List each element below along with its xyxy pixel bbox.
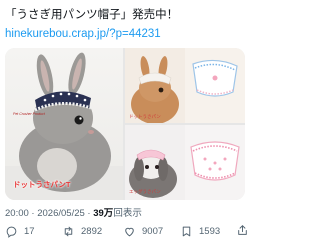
post-meta: 20:00 · 2026/05/25 · 39万回表示 — [5, 205, 142, 219]
like-count: 9007 — [142, 225, 164, 237]
bookmark-count: 1593 — [199, 225, 221, 237]
media-image-bottom-right[interactable]: エッグうさパン — [125, 125, 245, 200]
bookmark-button[interactable]: 1593 — [180, 222, 220, 240]
reply-count: 17 — [24, 225, 35, 237]
bottom-right-caption: エッグうさパン — [129, 189, 161, 194]
main-caption: ドットうさパンT — [13, 180, 71, 189]
repost-icon — [64, 226, 73, 236]
reply-button[interactable]: 17 — [5, 222, 35, 240]
top-right-caption: ドットうさパン — [129, 114, 161, 119]
rabbit-product-illustration — [125, 48, 238, 123]
media-image-top-right[interactable]: ドットうさパン — [125, 48, 245, 123]
post-date[interactable]: 2026/05/25 — [37, 208, 85, 219]
post-link[interactable]: hinekurebou.crap.jp/?p=44231 — [5, 27, 161, 41]
media-image-main[interactable]: Pet Crusher Product ドットうさパンT — [5, 48, 123, 200]
views-count: 39万 — [93, 208, 114, 219]
like-button[interactable]: 9007 — [123, 222, 163, 240]
action-bar: 17 2892 9007 1593 — [0, 222, 250, 240]
reply-icon — [6, 226, 17, 238]
repost-button[interactable]: 2892 — [62, 222, 102, 240]
media-grid: Pet Crusher Product ドットうさパンT ドットうさパン エッグ… — [5, 48, 245, 200]
rabbit-illustration — [5, 52, 123, 200]
post-time[interactable]: 20:00 — [5, 208, 29, 219]
meta-separator: · — [28, 208, 38, 219]
bookmark-icon — [182, 226, 191, 236]
repost-count: 2892 — [81, 225, 103, 237]
views-label: 回表示 — [113, 208, 142, 219]
brand-watermark: Pet Crusher Product — [13, 112, 45, 116]
post-text: 「うさぎ用パンツ帽子」発売中！ — [5, 9, 179, 21]
meta-separator: · — [84, 208, 94, 219]
heart-icon — [125, 227, 134, 236]
share-icon[interactable] — [236, 223, 249, 237]
